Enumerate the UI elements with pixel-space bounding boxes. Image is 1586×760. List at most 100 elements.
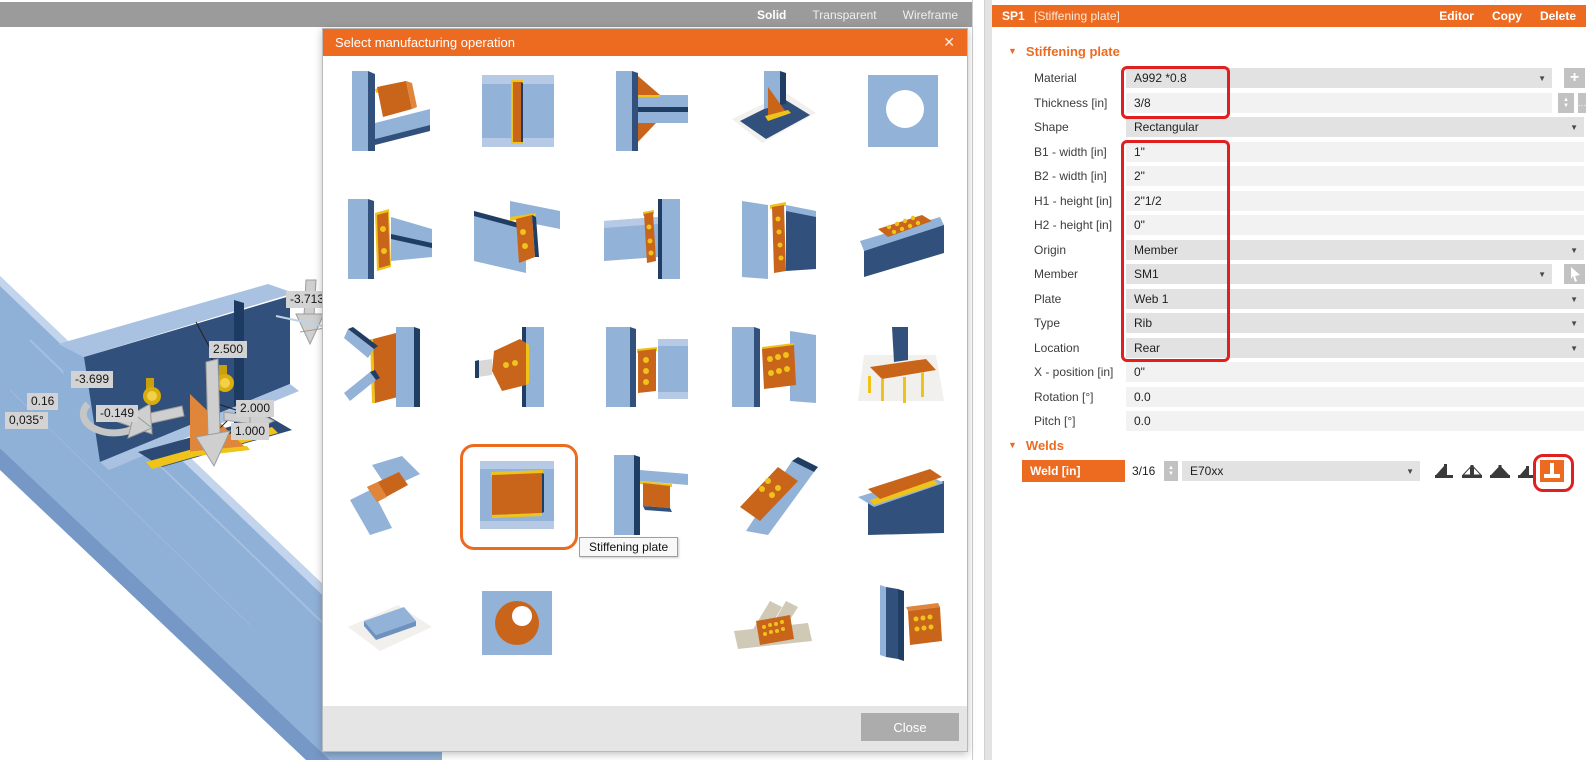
plus-icon[interactable]: + (1564, 68, 1585, 88)
operation-thumb-end-plate-tall[interactable] (728, 199, 818, 279)
plate-label: Plate (1034, 292, 1062, 306)
pitch-value: 0.0 (1134, 414, 1151, 428)
chevron-down-icon: ▼ (1538, 270, 1546, 279)
delete-button[interactable]: Delete (1540, 5, 1576, 27)
operation-thumb-cross-connection[interactable] (728, 583, 818, 663)
operation-thumb-gusset-stub[interactable] (472, 327, 562, 407)
thickness-spinner[interactable]: ▲ ▼ (1558, 93, 1574, 113)
b2-width-label: B2 - width [in] (1034, 169, 1107, 183)
view-mode-transparent[interactable]: Transparent (812, 8, 876, 22)
operation-thumb-rib-under-flange[interactable] (600, 455, 690, 535)
dimension-label: 2.500 (209, 341, 248, 358)
operation-thumb-anchored-plate[interactable] (856, 327, 946, 407)
h2-height-field[interactable]: 0" (1126, 215, 1584, 235)
material-field[interactable]: A992 *0.8 ▼ (1126, 68, 1552, 88)
thickness-label: Thickness [in] (1034, 96, 1108, 110)
butt-weld-icon[interactable] (1540, 460, 1564, 482)
dimension-label: 1.000 (231, 423, 270, 440)
b1-width-label: B1 - width [in] (1034, 145, 1107, 159)
properties-panel: SP1 [Stiffening plate] Editor Copy Delete … (992, 0, 1586, 760)
b2-width-value: 2" (1134, 169, 1145, 183)
fillet-weld-single-icon[interactable] (1514, 460, 1538, 482)
operation-thumb-fin-plate[interactable] (600, 199, 690, 279)
operation-thumb-gusset-braces[interactable] (344, 327, 434, 407)
spinner-down-icon: ▼ (1168, 471, 1174, 477)
pitch-field[interactable]: 0.0 (1126, 411, 1584, 431)
member-field[interactable]: SM1 ▼ (1126, 264, 1552, 284)
x-position-field[interactable]: 0" (1126, 362, 1584, 382)
dialog-titlebar: Select manufacturing operation ✕ (323, 29, 967, 56)
shape-label: Shape (1034, 120, 1069, 134)
copy-button[interactable]: Copy (1492, 5, 1522, 27)
fillet-weld-both-hollow-icon[interactable] (1460, 460, 1484, 482)
operation-thumb-web-stiffener[interactable] (472, 71, 562, 151)
origin-field[interactable]: Member ▼ (1126, 240, 1584, 260)
operation-thumb-empty (600, 583, 690, 663)
operation-thumb-corner-gusset[interactable] (344, 71, 434, 151)
plate-field[interactable]: Web 1 ▼ (1126, 289, 1584, 309)
material-value: A992 *0.8 (1134, 71, 1187, 85)
section-stiffening-plate[interactable]: ▼ Stiffening plate (1008, 44, 1120, 59)
b1-width-field[interactable]: 1" (1126, 142, 1584, 162)
chevron-down-icon: ▼ (1538, 74, 1546, 83)
ellipsis-icon[interactable]: … (1578, 93, 1586, 113)
operation-thumb-haunch-stiffeners[interactable] (600, 71, 690, 151)
operation-thumb-gusset-diagonal[interactable] (728, 455, 818, 535)
pick-member-button[interactable] (1564, 264, 1585, 284)
collapse-icon: ▼ (1008, 440, 1017, 450)
close-button[interactable]: Close (861, 713, 959, 741)
operation-thumb-opening-hole[interactable] (856, 71, 946, 151)
chevron-down-icon: ▼ (1570, 246, 1578, 255)
view-mode-solid[interactable]: Solid (757, 8, 786, 22)
shape-field[interactable]: Rectangular ▼ (1126, 117, 1584, 137)
section-welds[interactable]: ▼ Welds (1008, 438, 1064, 453)
origin-label: Origin (1034, 243, 1067, 257)
editor-button[interactable]: Editor (1439, 5, 1474, 27)
cursor-icon (1570, 267, 1580, 282)
operation-thumb-tube-saddle[interactable] (344, 455, 434, 535)
fillet-weld-both-filled-icon[interactable] (1488, 460, 1512, 482)
dimension-label: 0,035° (5, 412, 48, 429)
h1-height-label: H1 - height [in] (1034, 194, 1113, 208)
operation-thumb-end-plate-beam[interactable] (472, 199, 562, 279)
rotation-label: Rotation [°] (1034, 390, 1094, 404)
close-icon[interactable]: ✕ (943, 29, 955, 56)
operation-thumb-flange-cover-bolted[interactable] (856, 199, 946, 279)
location-field[interactable]: Rear ▼ (1126, 338, 1584, 358)
panel-header: SP1 [Stiffening plate] Editor Copy Delete (992, 5, 1586, 27)
operation-thumb-base-plate-rib[interactable] (728, 71, 818, 151)
tooltip: Stiffening plate (579, 537, 679, 557)
weld-size-value: 3/16 (1132, 464, 1156, 478)
operation-thumb-flange-cover[interactable] (856, 455, 946, 535)
pitch-label: Pitch [°] (1034, 414, 1076, 428)
h1-height-field[interactable]: 2"1/2 (1126, 191, 1584, 211)
view-mode-toolbar: Solid Transparent Wireframe (0, 2, 972, 27)
dimension-label: -0.149 (96, 405, 139, 422)
operation-type-label: [Stiffening plate] (1034, 9, 1120, 23)
operation-thumb-tube-opening[interactable] (472, 583, 562, 663)
rotation-field[interactable]: 0.0 (1126, 387, 1584, 407)
spinner-down-icon[interactable]: ▼ (1563, 103, 1569, 109)
dimension-label: 0.16 (27, 393, 59, 410)
type-field[interactable]: Rib ▼ (1126, 313, 1584, 333)
location-value: Rear (1134, 341, 1161, 355)
fillet-weld-left-icon[interactable] (1432, 460, 1456, 482)
weld-electrode-field[interactable]: E70xx ▼ (1182, 461, 1420, 481)
rotation-value: 0.0 (1134, 390, 1151, 404)
operation-thumb-stiffening-plate[interactable] (472, 455, 562, 535)
b2-width-field[interactable]: 2" (1126, 166, 1584, 186)
view-mode-wireframe[interactable]: Wireframe (903, 8, 958, 22)
operation-thumb-splice-plate[interactable] (728, 327, 818, 407)
operation-thumb-fin-plate-bolted[interactable] (600, 327, 690, 407)
operation-thumb-end-plate[interactable] (344, 199, 434, 279)
weld-size-spinner[interactable]: ▲ ▼ (1164, 461, 1178, 481)
operation-thumb-side-plate-bolted[interactable] (856, 583, 946, 663)
h2-height-label: H2 - height [in] (1034, 218, 1113, 232)
operation-thumb-embedded-beam[interactable] (344, 583, 434, 663)
thickness-field[interactable]: 3/8 (1126, 93, 1552, 113)
select-operation-dialog: Select manufacturing operation ✕ Stiffen… (322, 28, 968, 752)
thickness-value: 3/8 (1134, 96, 1151, 110)
collapse-icon: ▼ (1008, 46, 1017, 56)
weld-label-chip[interactable]: Weld [in] (1022, 460, 1125, 482)
dimension-label: -3.699 (71, 371, 114, 388)
